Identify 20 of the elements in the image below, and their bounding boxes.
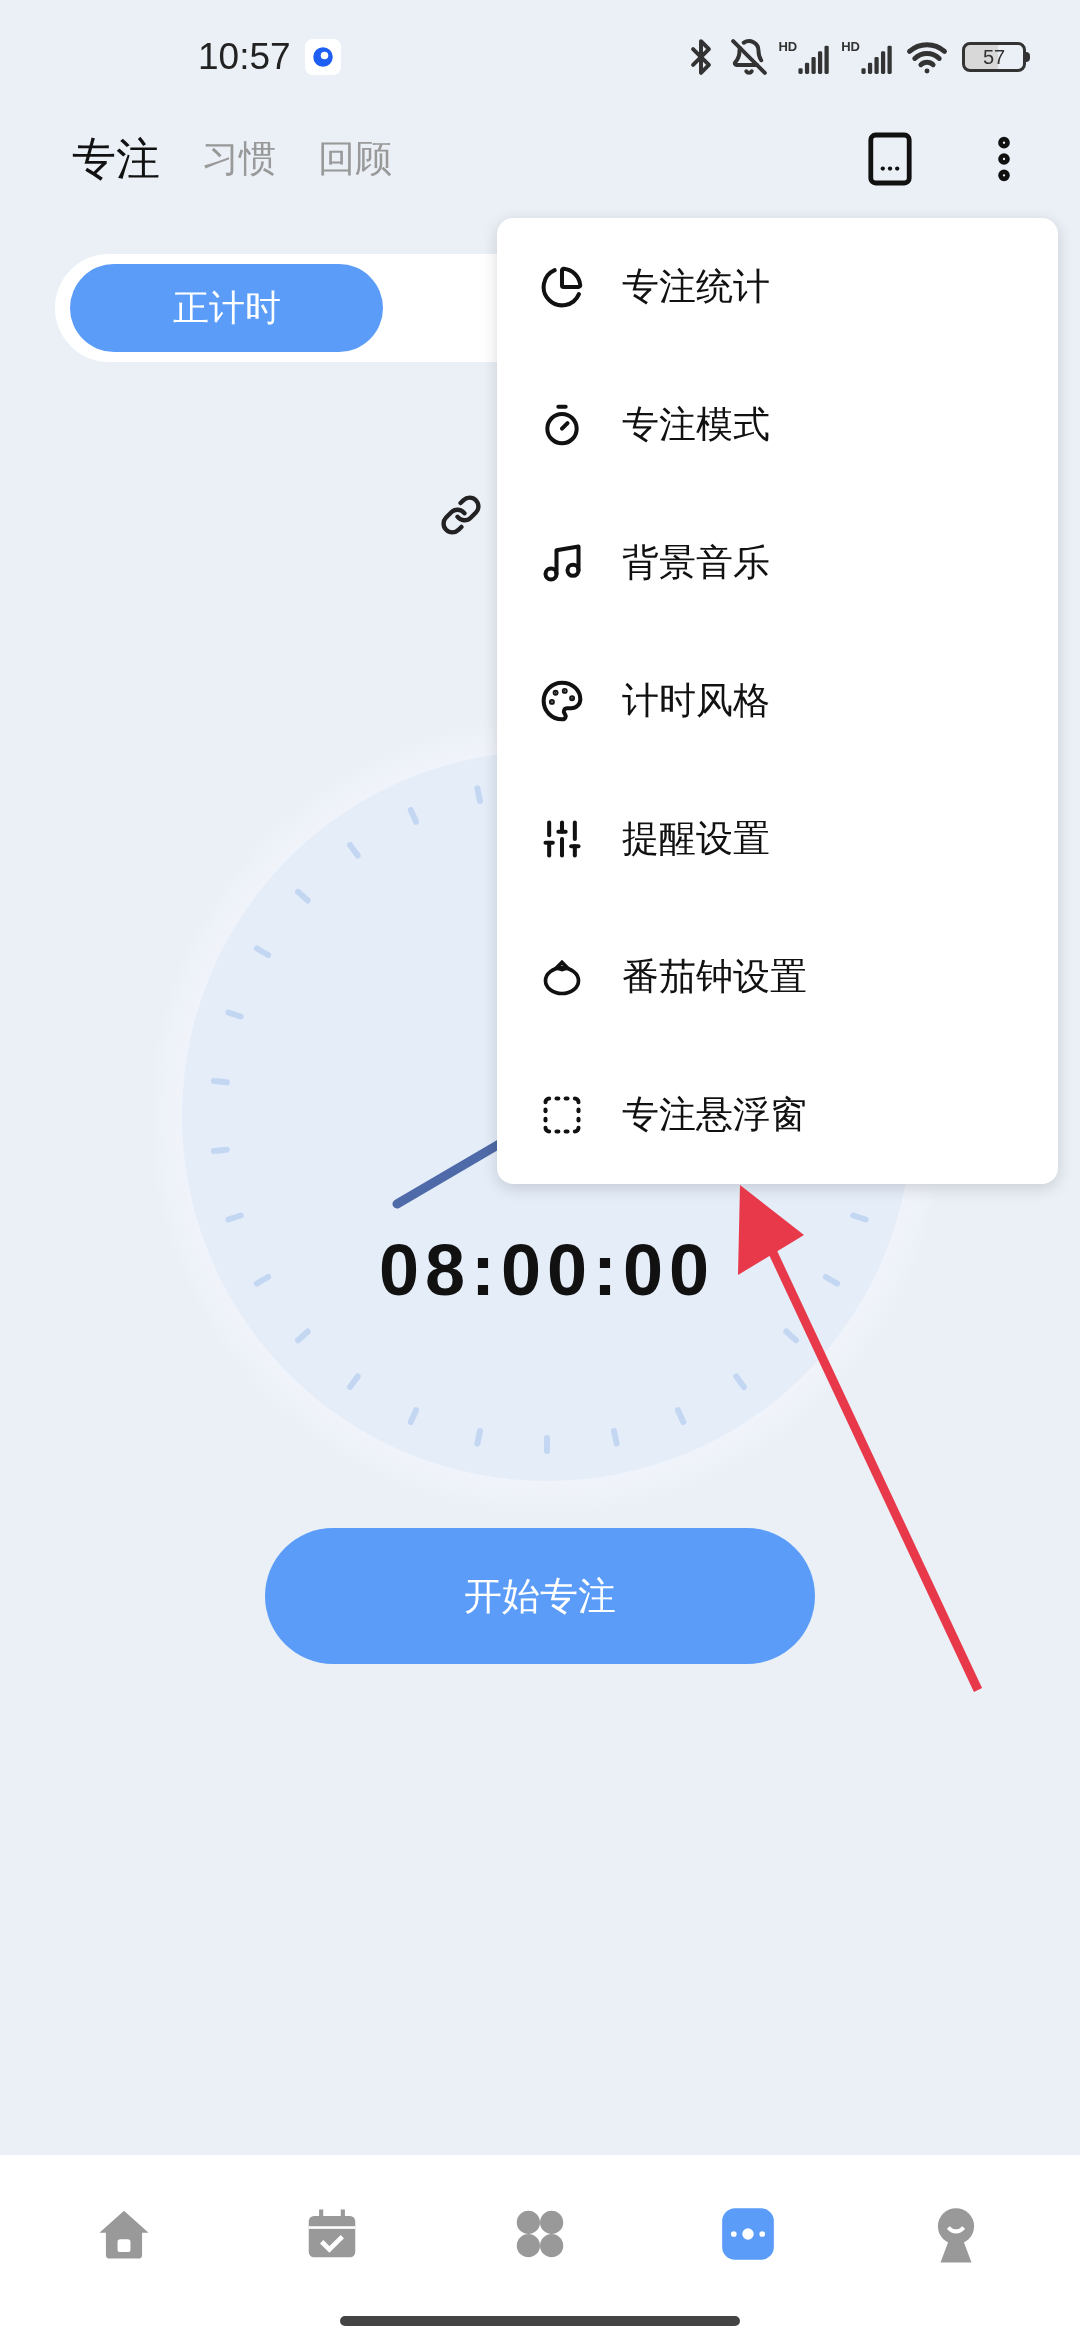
palette-icon: [540, 679, 584, 723]
app-notification-icon: [304, 39, 341, 75]
muted-bell-icon: [730, 38, 769, 76]
network-type-label: HD: [778, 40, 798, 53]
menu-item[interactable]: 番茄钟设置: [497, 908, 1058, 1046]
menu-item[interactable]: 提醒设置: [497, 770, 1058, 908]
document-icon[interactable]: [866, 130, 914, 188]
menu-item[interactable]: 背景音乐: [497, 494, 1058, 632]
menu-item[interactable]: 计时风格: [497, 632, 1058, 770]
floating-window-icon: [540, 1093, 584, 1137]
timer-display: 08:00:00: [377, 1229, 717, 1312]
status-time: 10:57: [198, 35, 291, 80]
menu-item[interactable]: 专注模式: [497, 356, 1058, 494]
link-icon: [440, 494, 482, 536]
menu-item[interactable]: 专注悬浮窗: [497, 1046, 1058, 1184]
menu-item[interactable]: 专注统计: [497, 218, 1058, 356]
header-tab[interactable]: 专注: [72, 126, 160, 192]
battery-indicator: 57: [962, 42, 1026, 72]
pie-chart-icon: [540, 265, 584, 309]
network-type-label: HD: [841, 40, 860, 53]
